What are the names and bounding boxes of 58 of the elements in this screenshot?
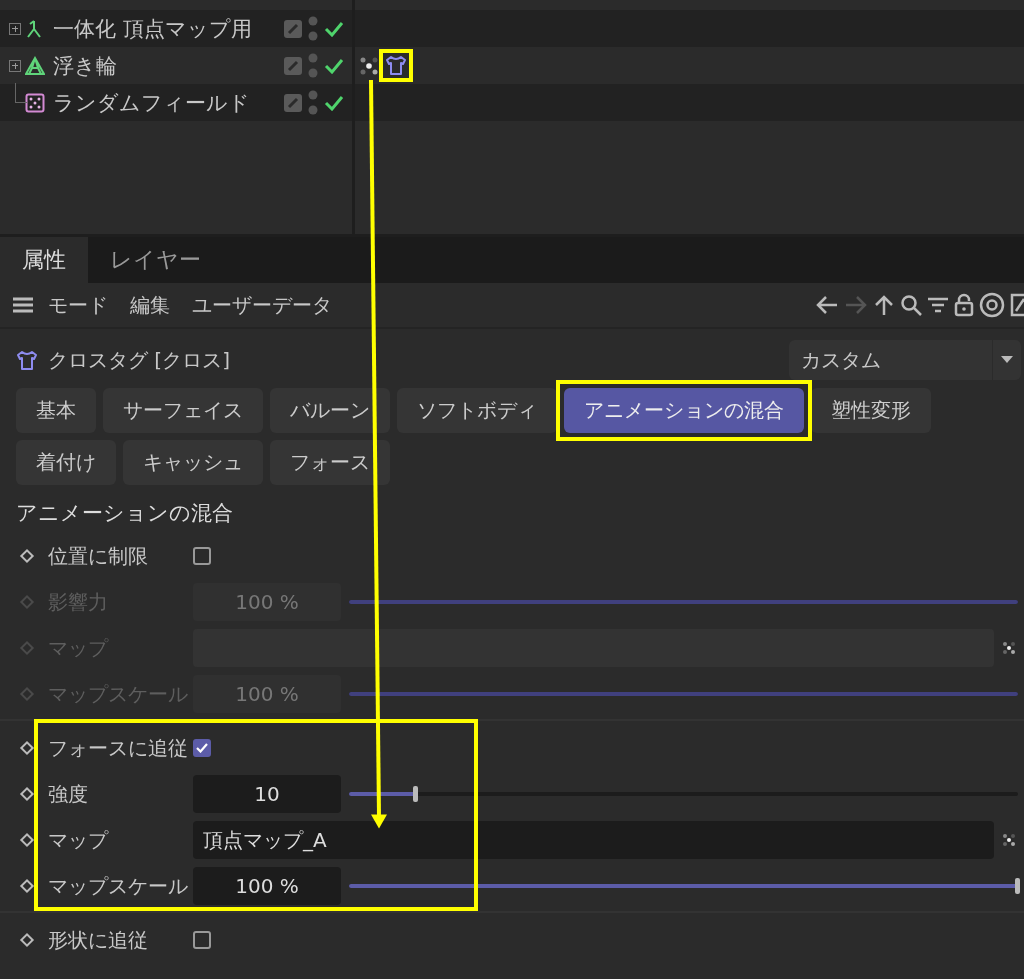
check-icon[interactable]	[324, 57, 344, 74]
page-button[interactable]: フォース	[270, 440, 390, 485]
tag-title: クロスタグ [クロス]	[48, 346, 231, 374]
number-field[interactable]: 10	[193, 775, 341, 813]
preset-dropdown[interactable]: カスタム	[789, 340, 1021, 380]
checkbox[interactable]	[193, 739, 211, 757]
expand-toggle[interactable]	[9, 22, 21, 35]
parameter-label: 強度	[48, 780, 89, 808]
menu-item[interactable]: ユーザーデータ	[192, 291, 332, 319]
page-button[interactable]: バルーン	[270, 388, 390, 433]
visibility-dots-icon[interactable]	[308, 15, 318, 42]
menu-icon[interactable]	[12, 296, 34, 314]
vertex-map-tag-icon[interactable]	[359, 55, 379, 76]
search-icon[interactable]	[900, 294, 922, 316]
random-object-icon	[25, 92, 45, 113]
page-button[interactable]: 基本	[16, 388, 96, 433]
page-button[interactable]: ソフトボディ	[397, 388, 557, 433]
checkbox[interactable]	[193, 931, 211, 949]
back-arrow-icon[interactable]	[815, 294, 839, 316]
expand-toggle[interactable]	[9, 59, 21, 72]
parameter-label: マップ	[48, 826, 110, 854]
dropdown-caret-icon	[1001, 356, 1013, 364]
external-window-icon[interactable]	[1010, 293, 1024, 317]
checkbox[interactable]	[193, 547, 211, 565]
check-icon[interactable]	[324, 20, 344, 37]
parameter-label: 形状に追従	[48, 926, 149, 954]
check-icon[interactable]	[324, 94, 344, 111]
parameter-label: マップスケール	[48, 872, 189, 900]
slider-fill[interactable]	[349, 792, 416, 796]
up-arrow-icon[interactable]	[873, 294, 895, 316]
target-icon[interactable]	[979, 292, 1005, 318]
shirt-icon	[16, 349, 38, 371]
menu-item[interactable]: モード	[48, 291, 108, 319]
page-button[interactable]: アニメーションの混合	[564, 388, 804, 433]
lock-icon[interactable]	[954, 293, 974, 317]
menu-item[interactable]: 編集	[130, 291, 170, 319]
visibility-dots-icon[interactable]	[308, 89, 318, 116]
parameter-label: 位置に制限	[48, 542, 149, 570]
page-button[interactable]: 着付け	[16, 440, 116, 485]
page-button[interactable]: 塑性変形	[811, 388, 931, 433]
slider[interactable]	[349, 878, 1018, 894]
page-button[interactable]: サーフェイス	[103, 388, 263, 433]
link-field[interactable]: 頂点マップ_A	[193, 821, 994, 859]
panel-tab[interactable]: 属性	[0, 237, 88, 283]
parameter-label: フォースに追従	[48, 734, 189, 762]
polygon-object-icon	[25, 55, 45, 76]
slider[interactable]	[349, 786, 1018, 802]
highlight-frame	[379, 49, 413, 82]
number-field[interactable]: 100 %	[193, 867, 341, 905]
slider-fill[interactable]	[349, 884, 1018, 888]
object-name[interactable]: 浮き輪	[53, 51, 284, 80]
slider-thumb[interactable]	[412, 786, 418, 802]
page-button[interactable]: キャッシュ	[123, 440, 263, 485]
section-heading: アニメーションの混合	[15, 500, 234, 527]
vertex-map-icon[interactable]	[1002, 833, 1016, 847]
visibility-dots-icon[interactable]	[308, 52, 318, 79]
slider-thumb[interactable]	[1015, 878, 1020, 894]
shirt-tag-icon[interactable]	[385, 55, 407, 76]
